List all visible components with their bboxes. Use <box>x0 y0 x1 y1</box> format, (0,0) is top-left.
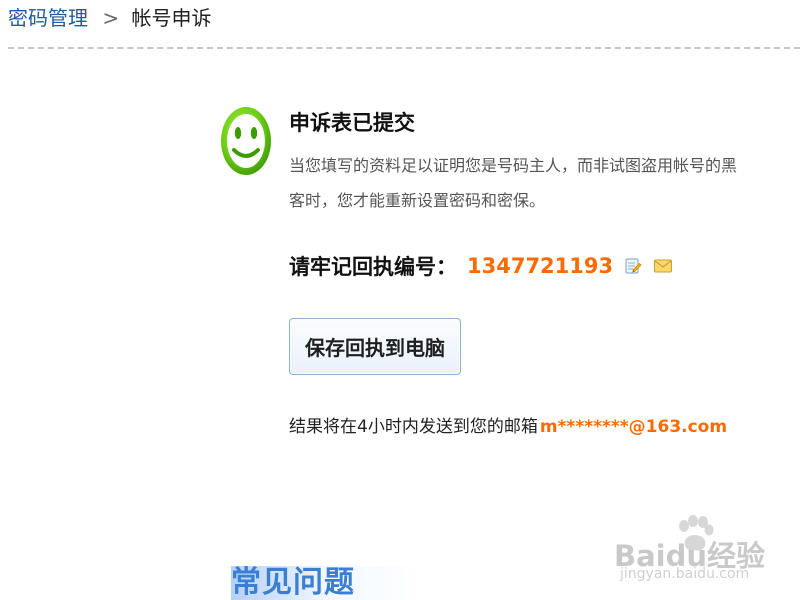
receipt-number: 1347721193 <box>467 254 614 278</box>
appeal-result-page: 密码管理 > 帐号申诉 申诉表已提交 当您填写的资料足以证明您是号码主人，而非试… <box>0 0 800 600</box>
breadcrumb: 密码管理 > 帐号申诉 <box>8 4 211 32</box>
success-description: 当您填写的资料足以证明您是号码主人，而非试图盗用帐号的黑客时，您才能重新设置密码… <box>289 156 738 210</box>
dashed-divider <box>8 47 800 49</box>
breadcrumb-separator: > <box>102 6 120 30</box>
faq-title: 常见问题 <box>231 565 355 600</box>
baidu-watermark: Baidu经验 jingyan.baidu.com <box>612 514 772 594</box>
mail-icon[interactable] <box>653 256 673 276</box>
receipt-label: 请牢记回执编号： <box>289 255 457 279</box>
receipt-row: 请牢记回执编号： 1347721193 <box>289 250 673 282</box>
result-text: 结果将在4小时内发送到您的邮箱 <box>289 417 538 437</box>
watermark-url: jingyan.baidu.com <box>620 566 750 582</box>
result-line: 结果将在4小时内发送到您的邮箱 m********@163.com <box>289 412 727 437</box>
edit-note-icon[interactable] <box>623 256 643 276</box>
masked-email: m********@163.com <box>539 417 728 437</box>
smiley-face-icon <box>219 104 273 178</box>
success-title: 申诉表已提交 <box>289 111 415 135</box>
breadcrumb-current: 帐号申诉 <box>131 6 212 30</box>
save-receipt-button[interactable]: 保存回执到电脑 <box>289 318 461 375</box>
breadcrumb-link-password-management[interactable]: 密码管理 <box>8 6 88 30</box>
